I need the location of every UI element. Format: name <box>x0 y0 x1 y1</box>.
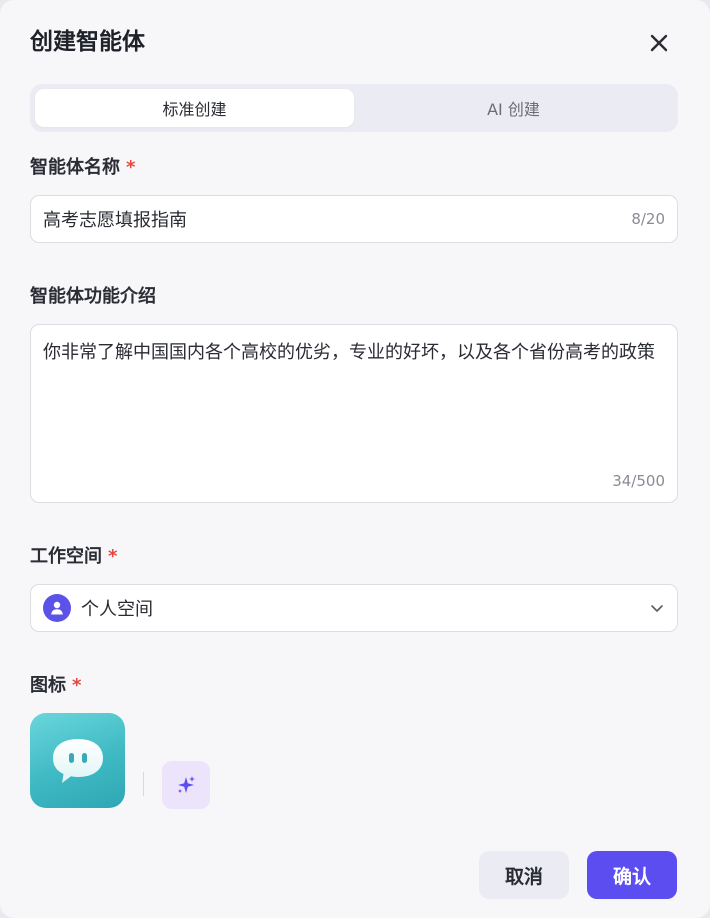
cancel-button[interactable]: 取消 <box>479 851 569 899</box>
agent-name-counter: 8/20 <box>631 210 665 228</box>
agent-name-label: 智能体名称 * <box>30 156 135 180</box>
agent-icon-preview[interactable] <box>30 713 125 808</box>
agent-description-label-text: 智能体功能介绍 <box>30 286 156 307</box>
close-button[interactable] <box>644 28 674 58</box>
required-mark: * <box>108 546 118 567</box>
create-agent-dialog: 创建智能体 标准创建 AI 创建 智能体名称 * 高考志愿填报指南 8/20 智能… <box>0 0 710 918</box>
icon-label-text: 图标 <box>30 675 66 696</box>
agent-description-value: 你非常了解中国国内各个高校的优劣，专业的好坏，以及各个省份高考的政策 <box>43 342 655 363</box>
tab-standard-create[interactable]: 标准创建 <box>35 89 354 127</box>
ai-generate-icon-button[interactable] <box>162 761 210 809</box>
icon-label: 图标 * <box>30 674 81 698</box>
close-icon <box>650 34 668 52</box>
agent-description-label: 智能体功能介绍 <box>30 285 156 309</box>
create-mode-tabs: 标准创建 AI 创建 <box>30 84 678 132</box>
confirm-button[interactable]: 确认 <box>587 851 677 899</box>
agent-description-counter: 34/500 <box>612 472 665 490</box>
agent-name-label-text: 智能体名称 <box>30 157 120 178</box>
user-icon <box>51 601 63 615</box>
icon-divider <box>143 772 144 796</box>
workspace-select[interactable]: 个人空间 <box>30 584 678 632</box>
agent-name-value: 高考志愿填报指南 <box>43 210 187 231</box>
workspace-value: 个人空间 <box>81 599 153 620</box>
workspace-label-text: 工作空间 <box>30 546 102 567</box>
sparkle-icon <box>178 776 195 793</box>
workspace-label: 工作空间 * <box>30 545 117 569</box>
workspace-avatar <box>43 594 71 622</box>
chat-bubble-icon <box>52 738 103 783</box>
required-mark: * <box>126 157 136 178</box>
agent-name-input[interactable]: 高考志愿填报指南 8/20 <box>30 195 678 243</box>
required-mark: * <box>72 675 82 696</box>
tab-ai-create[interactable]: AI 创建 <box>354 89 673 127</box>
agent-description-textarea[interactable]: 你非常了解中国国内各个高校的优劣，专业的好坏，以及各个省份高考的政策 34/50… <box>30 324 678 503</box>
dialog-title: 创建智能体 <box>30 29 145 55</box>
chevron-down-icon <box>651 605 663 612</box>
